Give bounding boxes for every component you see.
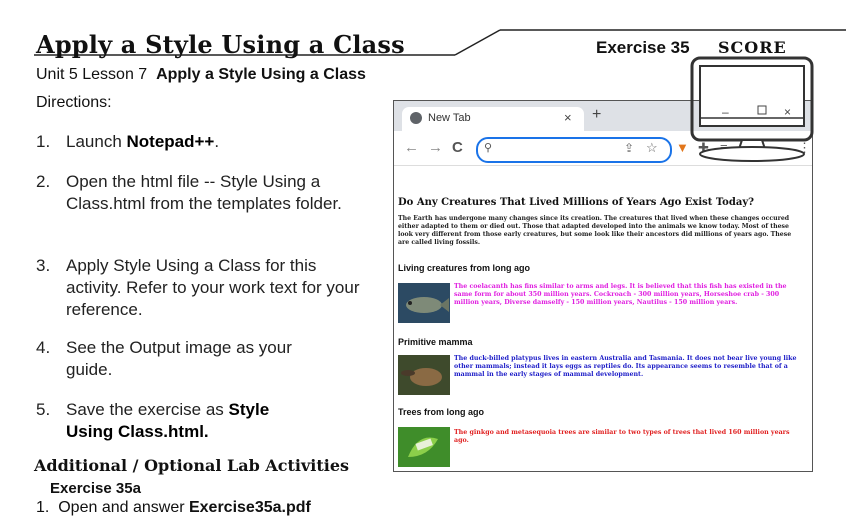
close-tab-icon[interactable]: × [564,110,572,125]
additional-heading: Additional / Optional Lab Activities [34,456,350,475]
back-icon[interactable]: ← [404,139,419,156]
tab-new-tab[interactable]: New Tab × [402,107,584,131]
exercise-number: Exercise 35 [596,38,690,57]
step-number: 4. [36,338,51,357]
section-text: The coelacanth has fins similar to arms … [454,283,787,306]
share-icon[interactable]: ⇪ [624,141,634,155]
section-text: The duck-billed platypus lives in easter… [454,355,797,378]
tab-title: New Tab [428,112,471,124]
step-number: 1. [36,132,51,151]
bookmark-star-icon[interactable]: ☆ [646,140,658,156]
step-text: See the Output image as your guide. [66,338,292,379]
monitor-icon: – × [690,56,814,162]
new-tab-icon[interactable]: + [592,106,601,124]
page-title: Apply a Style Using a Class [36,30,405,59]
forward-icon[interactable]: → [428,139,443,156]
ginkgo-image [398,427,450,467]
address-bar[interactable]: ⚲ ⇪ ☆ [476,137,672,163]
lesson-prefix: Unit 5 Lesson 7 [36,66,148,83]
svg-text:×: × [784,105,791,119]
step-text: Save the exercise as [66,400,229,419]
directions-label: Directions: [36,94,112,111]
page-intro: The Earth has undergone many changes sin… [398,215,792,246]
search-icon: ⚲ [484,142,493,154]
step-number: 5. [36,400,51,419]
step-text: Apply Style Using a Class for this activ… [66,256,360,319]
page-heading: Do Any Creatures That Lived Millions of … [398,197,754,208]
step-number: 2. [36,172,51,191]
globe-icon [410,112,422,124]
item-number: 1. [36,499,50,516]
additional-item: 1. Open and answer Exercise35a.pdf [36,499,311,517]
step-text: Open the html file -- Style Using a Clas… [66,172,342,213]
lesson-line: Unit 5 Lesson 7 Apply a Style Using a Cl… [36,66,366,84]
item-text: Open and answer [58,499,189,516]
coelacanth-image [398,283,450,323]
platypus-image [398,355,450,395]
section-title: Living creatures from long ago [398,263,531,273]
reload-icon[interactable]: C [452,139,463,156]
lesson-name: Apply a Style Using a Class [156,66,366,83]
score-label: SCORE [718,38,787,57]
step-text-end: . [214,132,220,151]
item-file: Exercise35a.pdf [188,499,311,516]
section-title: Trees from long ago [398,407,485,417]
step-bold: Notepad++ [126,132,215,151]
section-title: Primitive mamma [398,337,473,347]
step-number: 3. [36,256,51,275]
exercise-35a-label: Exercise 35a [50,480,141,497]
section-text: The ginkgo and metasequoia trees are sim… [454,429,790,444]
step-text: Launch [66,132,127,151]
svg-text:–: – [722,105,729,119]
